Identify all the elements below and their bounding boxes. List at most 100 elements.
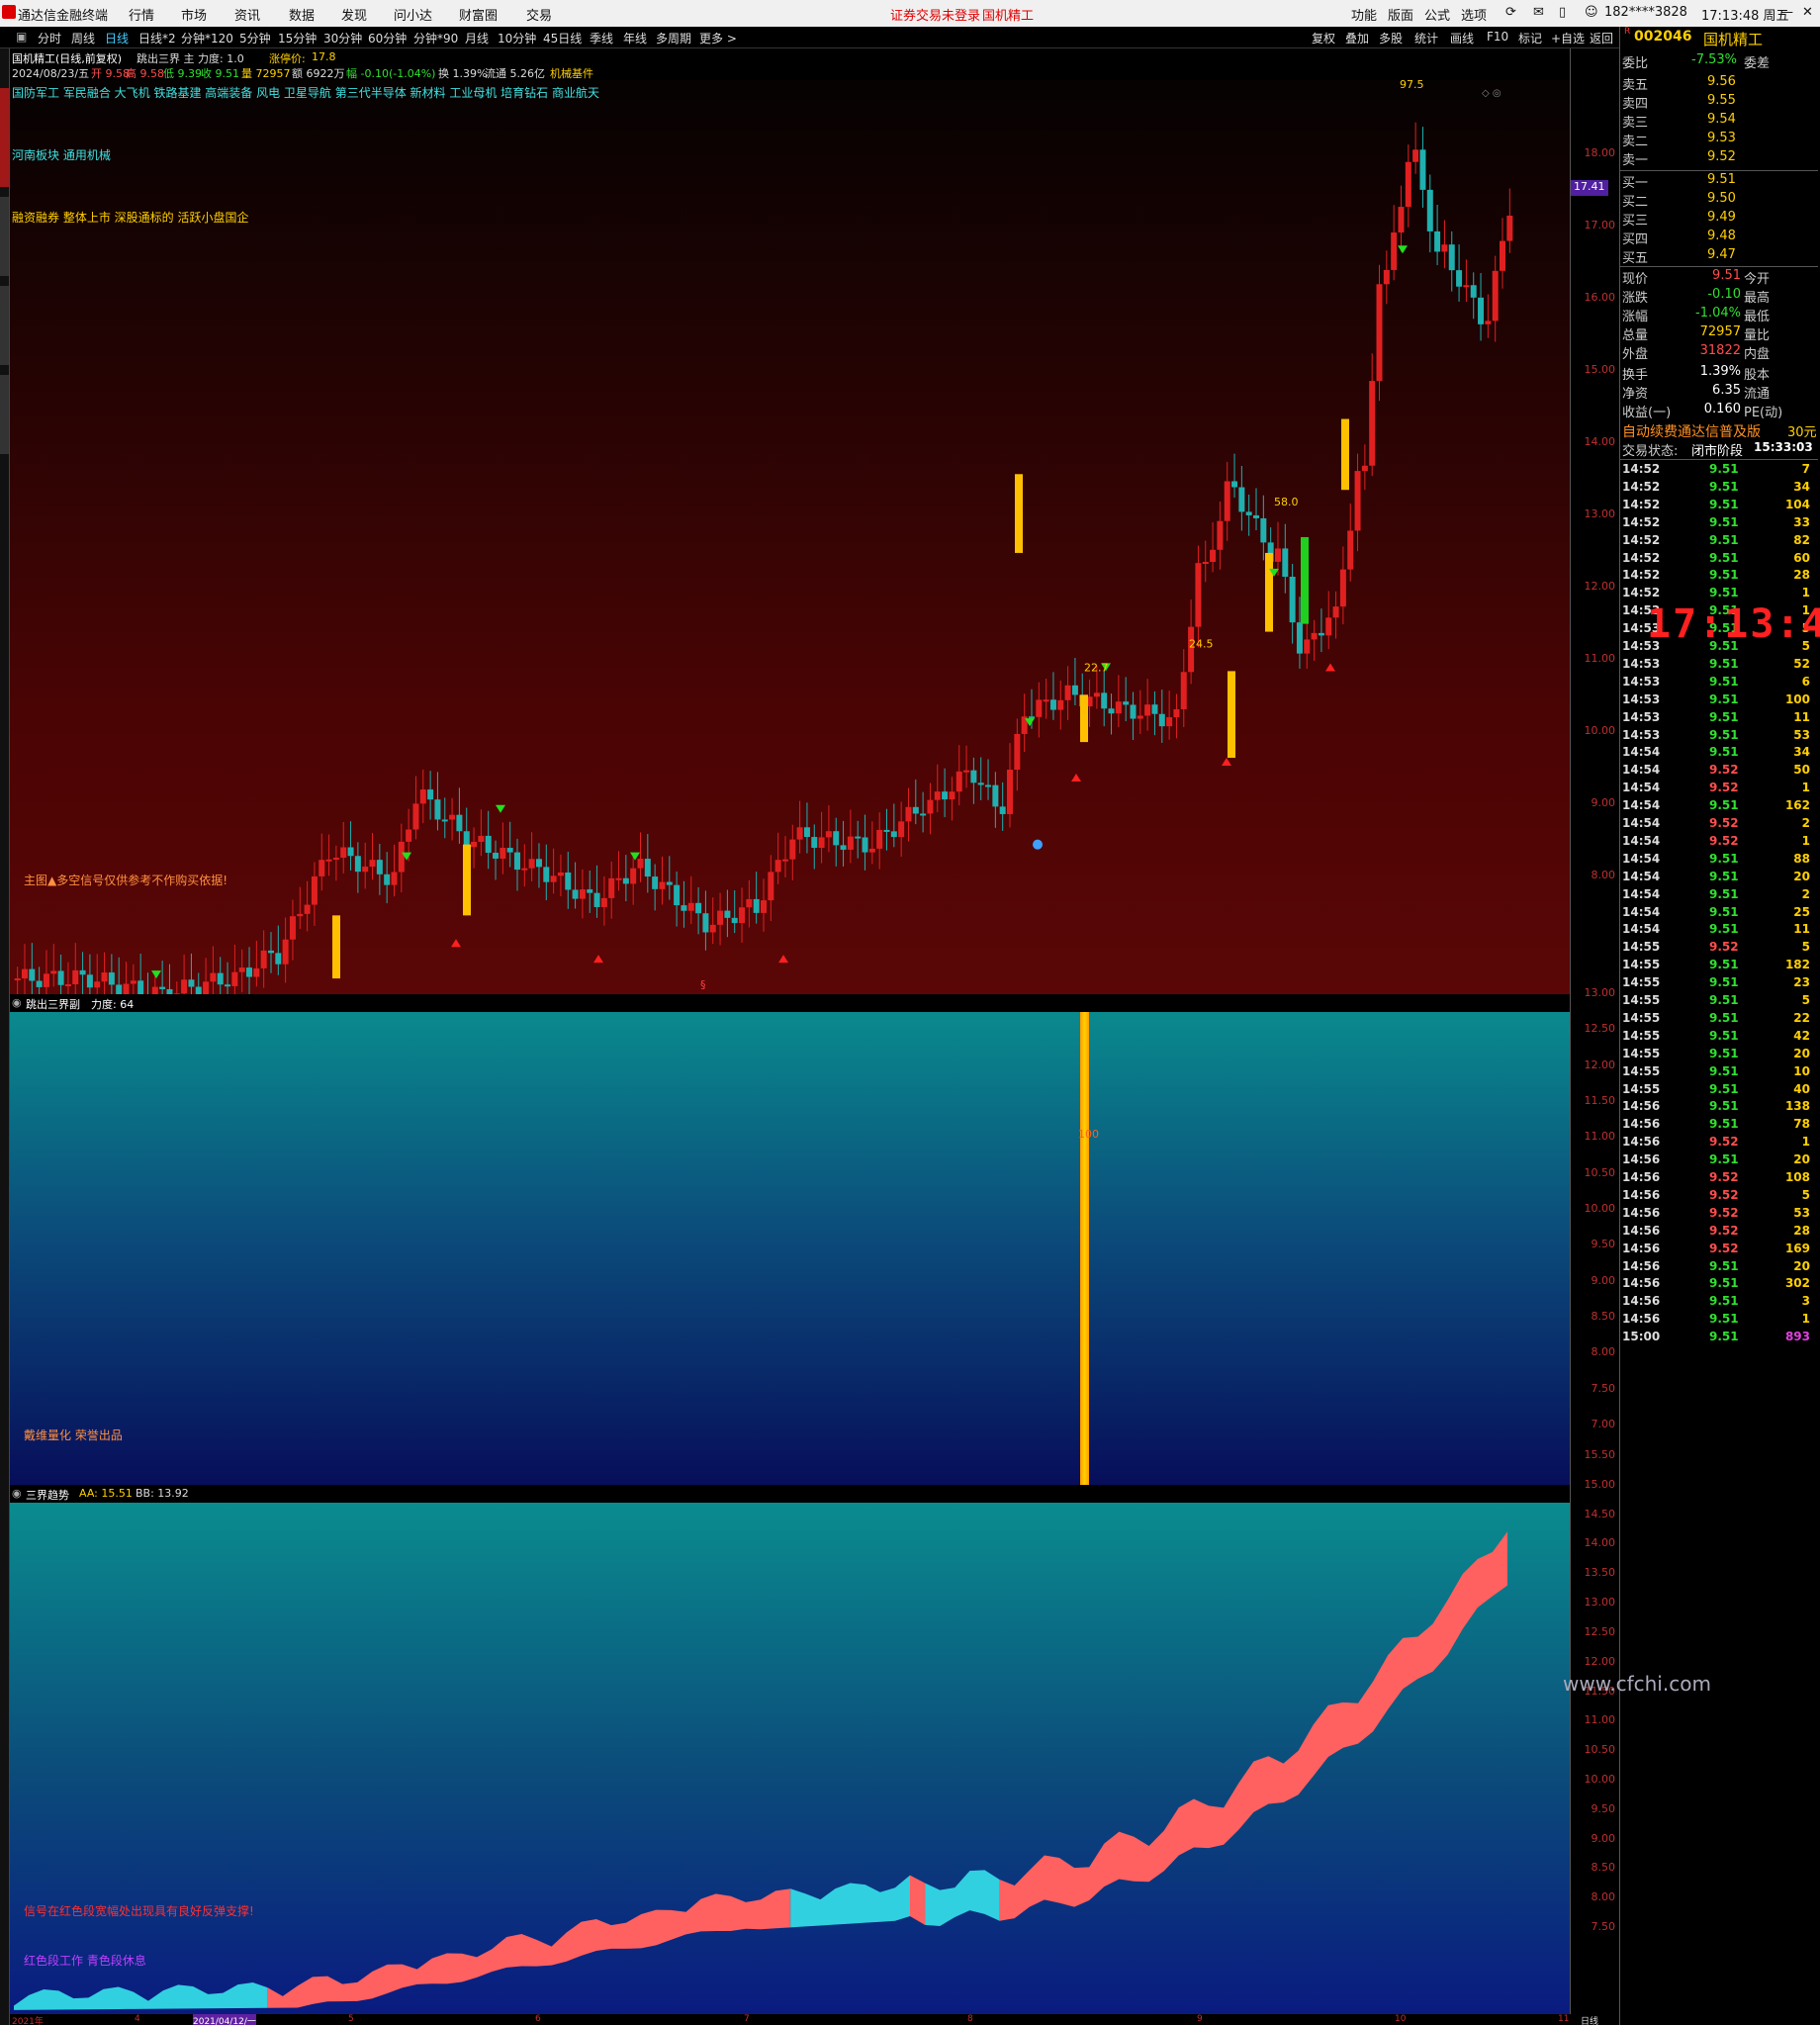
kline-candle xyxy=(427,789,434,800)
sub1-axis-tick: 7.50 xyxy=(1591,1381,1616,1395)
tick-volume: 2 xyxy=(1801,816,1810,830)
period-button[interactable]: 日线 xyxy=(1581,2014,1598,2025)
menu-item-discover[interactable]: 发现 xyxy=(341,5,367,24)
date-label: 4 xyxy=(135,2014,140,2024)
period-45day[interactable]: 45日线 xyxy=(543,30,582,46)
sub-panel-breakout[interactable]: ◉ 跳出三界副 力度: 64 100 戴维量化 荣誉出品 xyxy=(10,994,1570,1485)
kline-candle xyxy=(761,900,767,913)
period-more[interactable]: 更多 > xyxy=(699,30,737,46)
kline-candle xyxy=(1419,149,1426,190)
tick-price: 9.51 xyxy=(1709,1258,1739,1273)
sub2-title[interactable]: 三界趋势 xyxy=(26,1487,69,1503)
kline-candle xyxy=(434,799,441,820)
tick-price: 9.52 xyxy=(1709,781,1739,795)
tool-back[interactable]: 返回 xyxy=(1590,30,1613,46)
sub2-axis-tick: 13.00 xyxy=(1584,1596,1616,1610)
tick-volume: 6 xyxy=(1801,674,1810,689)
period-week[interactable]: 周线 xyxy=(71,30,95,46)
tool-overlay[interactable]: 叠加 xyxy=(1345,30,1369,46)
period-month[interactable]: 月线 xyxy=(465,30,489,46)
kline-candle xyxy=(1376,284,1383,382)
account-name[interactable]: 182****3828 xyxy=(1604,5,1687,20)
menu-item-news[interactable]: 资讯 xyxy=(234,5,260,24)
period-5min[interactable]: 5分钟 xyxy=(239,30,271,46)
refresh-icon[interactable]: ⟳ xyxy=(1505,5,1516,20)
indicator-name[interactable]: 跳出三界 主 力度: 1.0 xyxy=(136,50,244,66)
login-warning[interactable]: 证券交易未登录 xyxy=(890,5,980,24)
tick-row: 14:55 9.52 5 xyxy=(1620,940,1818,958)
sub1-title[interactable]: 跳出三界副 xyxy=(26,996,80,1012)
info-turnover: 换 1.39% xyxy=(438,67,488,80)
period-30min[interactable]: 30分钟 xyxy=(323,30,362,46)
period-multi[interactable]: 多周期 xyxy=(656,30,691,46)
left-side-tabs[interactable] xyxy=(0,48,10,2025)
promo-price[interactable]: 30元 xyxy=(1787,421,1817,440)
period-15min[interactable]: 15分钟 xyxy=(278,30,317,46)
tick-time: 14:52 xyxy=(1622,514,1661,529)
tick-row: 14:55 9.51 22 xyxy=(1620,1011,1818,1029)
menu-function[interactable]: 功能 xyxy=(1351,5,1377,24)
close-icon[interactable]: ✕ xyxy=(1802,5,1813,20)
menu-item-wealth[interactable]: 财富圈 xyxy=(459,5,498,24)
menu-item-data[interactable]: 数据 xyxy=(289,5,315,24)
menu-item-ask[interactable]: 问小达 xyxy=(394,5,432,24)
tick-price: 9.51 xyxy=(1709,958,1739,972)
promo-text[interactable]: 自动续费通达信普及版 xyxy=(1622,421,1761,441)
tool-add-watchlist[interactable]: +自选 xyxy=(1551,30,1585,46)
stat-label-right: 今开 xyxy=(1744,272,1771,287)
kline-candle xyxy=(768,872,774,901)
kline-candle xyxy=(64,983,71,986)
menu-item-trade[interactable]: 交易 xyxy=(526,5,552,24)
kline-candle xyxy=(528,859,535,869)
sub1-gear-icon[interactable]: ◉ xyxy=(12,996,22,1009)
tick-price: 9.51 xyxy=(1709,1046,1739,1060)
period-year[interactable]: 年线 xyxy=(623,30,647,46)
tool-multistock[interactable]: 多股 xyxy=(1379,30,1403,46)
tool-stats[interactable]: 统计 xyxy=(1414,30,1438,46)
mail-icon[interactable]: ✉ xyxy=(1533,5,1544,20)
minimize-icon[interactable]: — xyxy=(1780,5,1793,20)
period-10min[interactable]: 10分钟 xyxy=(498,30,536,46)
tool-f10[interactable]: F10 xyxy=(1487,30,1508,44)
tick-time: 14:54 xyxy=(1622,886,1661,901)
stat-label-right: 最高 xyxy=(1744,291,1771,306)
menu-formula[interactable]: 公式 xyxy=(1424,5,1450,24)
menu-item-markets[interactable]: 市场 xyxy=(181,5,207,24)
tool-mark[interactable]: 标记 xyxy=(1518,30,1542,46)
period-min120[interactable]: 分钟*120 xyxy=(181,30,233,46)
stat-label-right: PE(动) xyxy=(1744,406,1783,420)
tick-price: 9.52 xyxy=(1709,1223,1739,1238)
sub2-axis-tick: 15.50 xyxy=(1584,1448,1616,1461)
phone-icon[interactable]: ▯ xyxy=(1559,5,1566,20)
sub1-strength: 力度: 64 xyxy=(91,998,135,1011)
period-min90[interactable]: 分钟*90 xyxy=(413,30,458,46)
kline-candle xyxy=(513,852,520,871)
main-kline-panel[interactable]: 国机精工(日线,前复权) 跳出三界 主 力度: 1.0 涨停价: 17.8 20… xyxy=(10,48,1570,994)
user-icon[interactable]: ☺ xyxy=(1585,5,1598,20)
toggle-icon[interactable]: ▣ xyxy=(16,30,27,44)
period-60min[interactable]: 60分钟 xyxy=(368,30,407,46)
tick-volume: 5 xyxy=(1801,1187,1810,1202)
period-intraday[interactable]: 分时 xyxy=(38,30,61,46)
tool-adjust[interactable]: 复权 xyxy=(1312,30,1335,46)
stat-label: 外盘 xyxy=(1622,347,1649,362)
menu-layout[interactable]: 版面 xyxy=(1388,5,1413,24)
date-label: 9 xyxy=(1197,2014,1203,2024)
sub2-gear-icon[interactable]: ◉ xyxy=(12,1487,22,1500)
period-day2[interactable]: 日线*2 xyxy=(138,30,176,46)
stat-label-right: 流通 xyxy=(1744,387,1771,402)
panel-controls-icon[interactable]: ◇ ◎ xyxy=(1482,88,1502,99)
tick-volume: 100 xyxy=(1784,691,1810,706)
tick-price: 9.51 xyxy=(1709,727,1739,742)
kline-candle xyxy=(543,867,550,882)
tick-time: 14:56 xyxy=(1622,1205,1661,1220)
kline-chart[interactable]: 97.5 58.0 22.7 24.5 § xyxy=(10,80,1570,994)
kline-candle xyxy=(471,841,478,848)
menu-options[interactable]: 选项 xyxy=(1461,5,1487,24)
period-day[interactable]: 日线 xyxy=(105,30,129,46)
kline-candle xyxy=(746,898,753,908)
period-quarter[interactable]: 季线 xyxy=(590,30,613,46)
menu-item-market[interactable]: 行情 xyxy=(129,5,154,24)
sub-panel-trend[interactable]: ◉ 三界趋势 AA: 15.51 BB: 13.92 信号在红色段宽幅处出现具有… xyxy=(10,1485,1570,2018)
tool-draw[interactable]: 画线 xyxy=(1450,30,1474,46)
